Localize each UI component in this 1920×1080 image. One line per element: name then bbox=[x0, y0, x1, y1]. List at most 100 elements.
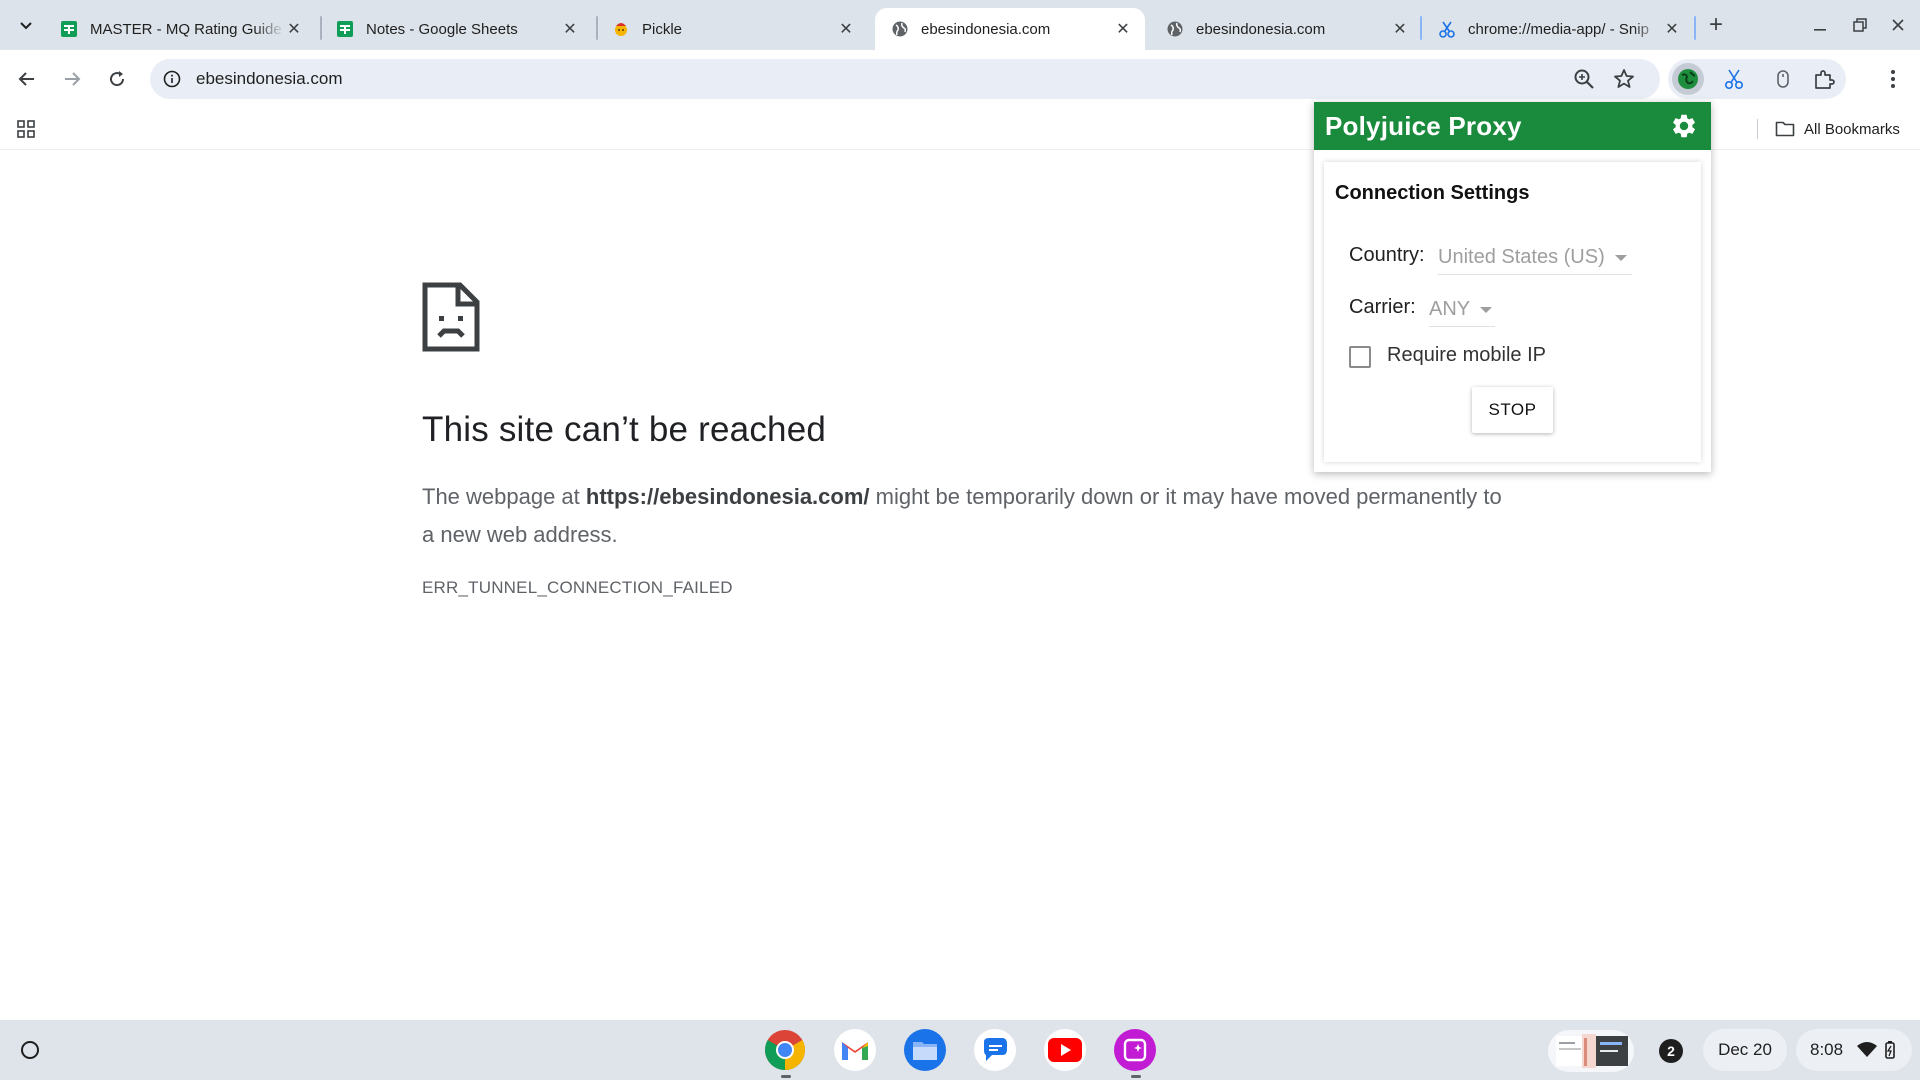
more-vert-icon bbox=[1891, 70, 1895, 88]
apps-grid-icon[interactable] bbox=[14, 117, 38, 141]
date-tray-button[interactable]: Dec 20 bbox=[1703, 1029, 1787, 1071]
polyjuice-proxy-popup: Polyjuice Proxy Connection Settings Coun… bbox=[1314, 102, 1711, 472]
arrow-right-icon bbox=[65, 72, 81, 86]
carrier-value: ANY bbox=[1429, 298, 1471, 320]
restore-button[interactable] bbox=[1842, 9, 1878, 41]
stop-button[interactable]: STOP bbox=[1472, 387, 1553, 433]
plus-icon: + bbox=[1708, 11, 1723, 38]
mouse-extension-icon[interactable] bbox=[1771, 67, 1795, 91]
tab-title: Pickle bbox=[642, 20, 683, 38]
caret-down-icon bbox=[1614, 254, 1627, 261]
system-shelf: 2 Dec 20 8:08 bbox=[0, 1020, 1920, 1080]
tab-ebesindonesia[interactable]: ebesindonesia.com ✕ bbox=[1150, 8, 1422, 50]
tab-separator bbox=[1694, 16, 1696, 40]
bookmarks-separator bbox=[1757, 119, 1758, 139]
holding-space-thumbnails[interactable] bbox=[1548, 1030, 1634, 1072]
tab-title: chrome://media-app/ - Snip bbox=[1468, 20, 1649, 38]
connection-settings-title: Connection Settings bbox=[1335, 182, 1530, 204]
address-bar[interactable]: ebesindonesia.com bbox=[150, 59, 1660, 99]
back-button[interactable] bbox=[10, 62, 44, 96]
caret-down-icon bbox=[1480, 306, 1493, 313]
scissors-icon bbox=[1438, 20, 1456, 38]
connection-settings-card: Connection Settings Country: United Stat… bbox=[1324, 162, 1701, 462]
screenshot-thumbnail-icon bbox=[1556, 1034, 1628, 1068]
tab-pickle[interactable]: Pickle ✕ bbox=[596, 8, 868, 50]
wifi-icon bbox=[1857, 1042, 1878, 1057]
close-icon[interactable]: ✕ bbox=[284, 19, 304, 39]
tab-media-app-snip[interactable]: chrome://media-app/ - Snip ✕ bbox=[1422, 8, 1694, 50]
puzzle-icon[interactable] bbox=[1812, 67, 1836, 91]
globe-icon bbox=[891, 20, 909, 38]
require-mobile-ip-checkbox[interactable] bbox=[1349, 346, 1371, 368]
browser-toolbar: ebesindonesia.com bbox=[0, 50, 1920, 108]
country-select[interactable]: United States (US) bbox=[1438, 241, 1632, 275]
popup-title: Polyjuice Proxy bbox=[1325, 111, 1522, 141]
scissors-extension-icon[interactable] bbox=[1722, 67, 1746, 91]
reload-button[interactable] bbox=[100, 62, 134, 96]
date-text: Dec 20 bbox=[1718, 1040, 1772, 1059]
close-icon[interactable]: ✕ bbox=[1662, 19, 1682, 39]
close-icon[interactable]: ✕ bbox=[836, 19, 856, 39]
tab-title: ebesindonesia.com bbox=[1196, 20, 1326, 38]
restore-icon bbox=[1853, 18, 1867, 32]
zoom-icon[interactable] bbox=[1572, 67, 1596, 91]
close-window-button[interactable] bbox=[1880, 9, 1916, 41]
arrow-left-icon bbox=[18, 72, 34, 86]
carrier-label: Carrier: bbox=[1349, 296, 1416, 318]
all-bookmarks-button[interactable]: All Bookmarks bbox=[1774, 108, 1900, 150]
tab-ebesindonesia-active[interactable]: ebesindonesia.com ✕ bbox=[875, 8, 1145, 50]
country-value: United States (US) bbox=[1438, 246, 1605, 268]
tab-master-mq-rating-guide[interactable]: MASTER - MQ Rating Guide ✕ bbox=[44, 8, 316, 50]
require-mobile-ip-label[interactable]: Require mobile IP bbox=[1387, 344, 1546, 367]
extensions-area bbox=[1668, 59, 1846, 99]
info-icon[interactable] bbox=[160, 67, 184, 91]
gear-icon[interactable] bbox=[1670, 112, 1698, 140]
popup-header: Polyjuice Proxy bbox=[1314, 102, 1711, 150]
running-indicator bbox=[1131, 1075, 1141, 1078]
url-text[interactable]: ebesindonesia.com bbox=[196, 59, 342, 99]
browser-menu-button[interactable] bbox=[1876, 62, 1910, 96]
chevron-down-icon bbox=[20, 22, 32, 30]
new-tab-button[interactable]: + bbox=[1700, 9, 1732, 41]
youtube-icon bbox=[1048, 1038, 1082, 1062]
tab-strip: MASTER - MQ Rating Guide ✕ Notes - Googl… bbox=[0, 0, 1920, 50]
chrome-app[interactable] bbox=[764, 1029, 806, 1071]
close-icon[interactable]: ✕ bbox=[1390, 19, 1410, 39]
reload-icon bbox=[110, 71, 125, 87]
forward-button[interactable] bbox=[55, 62, 89, 96]
sad-page-icon bbox=[422, 282, 480, 352]
messages-app[interactable] bbox=[974, 1029, 1016, 1071]
tab-title: ebesindonesia.com bbox=[921, 20, 1051, 38]
gmail-app[interactable] bbox=[834, 1029, 876, 1071]
close-icon[interactable]: ✕ bbox=[560, 19, 580, 39]
google-sheets-icon bbox=[336, 20, 354, 38]
messages-icon bbox=[984, 1038, 1007, 1061]
country-label: Country: bbox=[1349, 244, 1425, 266]
launcher-button[interactable] bbox=[12, 1032, 48, 1068]
minimize-button[interactable] bbox=[1802, 9, 1838, 41]
youtube-app[interactable] bbox=[1044, 1029, 1086, 1071]
chrome-icon bbox=[765, 1030, 805, 1070]
tab-search-button[interactable] bbox=[10, 9, 42, 41]
error-code: ERR_TUNNEL_CONNECTION_FAILED bbox=[422, 578, 733, 597]
error-url: https://ebesindonesia.com/ bbox=[585, 484, 870, 509]
tab-notes-google-sheets[interactable]: Notes - Google Sheets ✕ bbox=[320, 8, 592, 50]
screencast-icon bbox=[1123, 1038, 1147, 1062]
polyjuice-proxy-extension-icon[interactable] bbox=[1672, 63, 1704, 95]
close-icon bbox=[1892, 19, 1904, 31]
carrier-select[interactable]: ANY bbox=[1429, 293, 1495, 327]
files-app[interactable] bbox=[904, 1029, 946, 1071]
close-icon[interactable]: ✕ bbox=[1113, 19, 1133, 39]
bookmark-star-icon[interactable] bbox=[1612, 67, 1636, 91]
error-title: This site can’t be reached bbox=[422, 410, 827, 449]
error-description: The webpage at https://ebesindonesia.com… bbox=[422, 478, 1502, 554]
status-tray-button[interactable]: 8:08 bbox=[1796, 1029, 1912, 1071]
screencast-app[interactable] bbox=[1114, 1029, 1156, 1071]
folder-icon bbox=[1774, 118, 1796, 140]
pickle-icon bbox=[612, 20, 630, 38]
launcher-circle-icon bbox=[21, 1041, 39, 1059]
notification-count-badge[interactable]: 2 bbox=[1659, 1039, 1683, 1063]
error-desc-prefix: The webpage at bbox=[422, 484, 586, 509]
running-indicator bbox=[781, 1075, 791, 1078]
tab-title: MASTER - MQ Rating Guide bbox=[90, 20, 282, 38]
